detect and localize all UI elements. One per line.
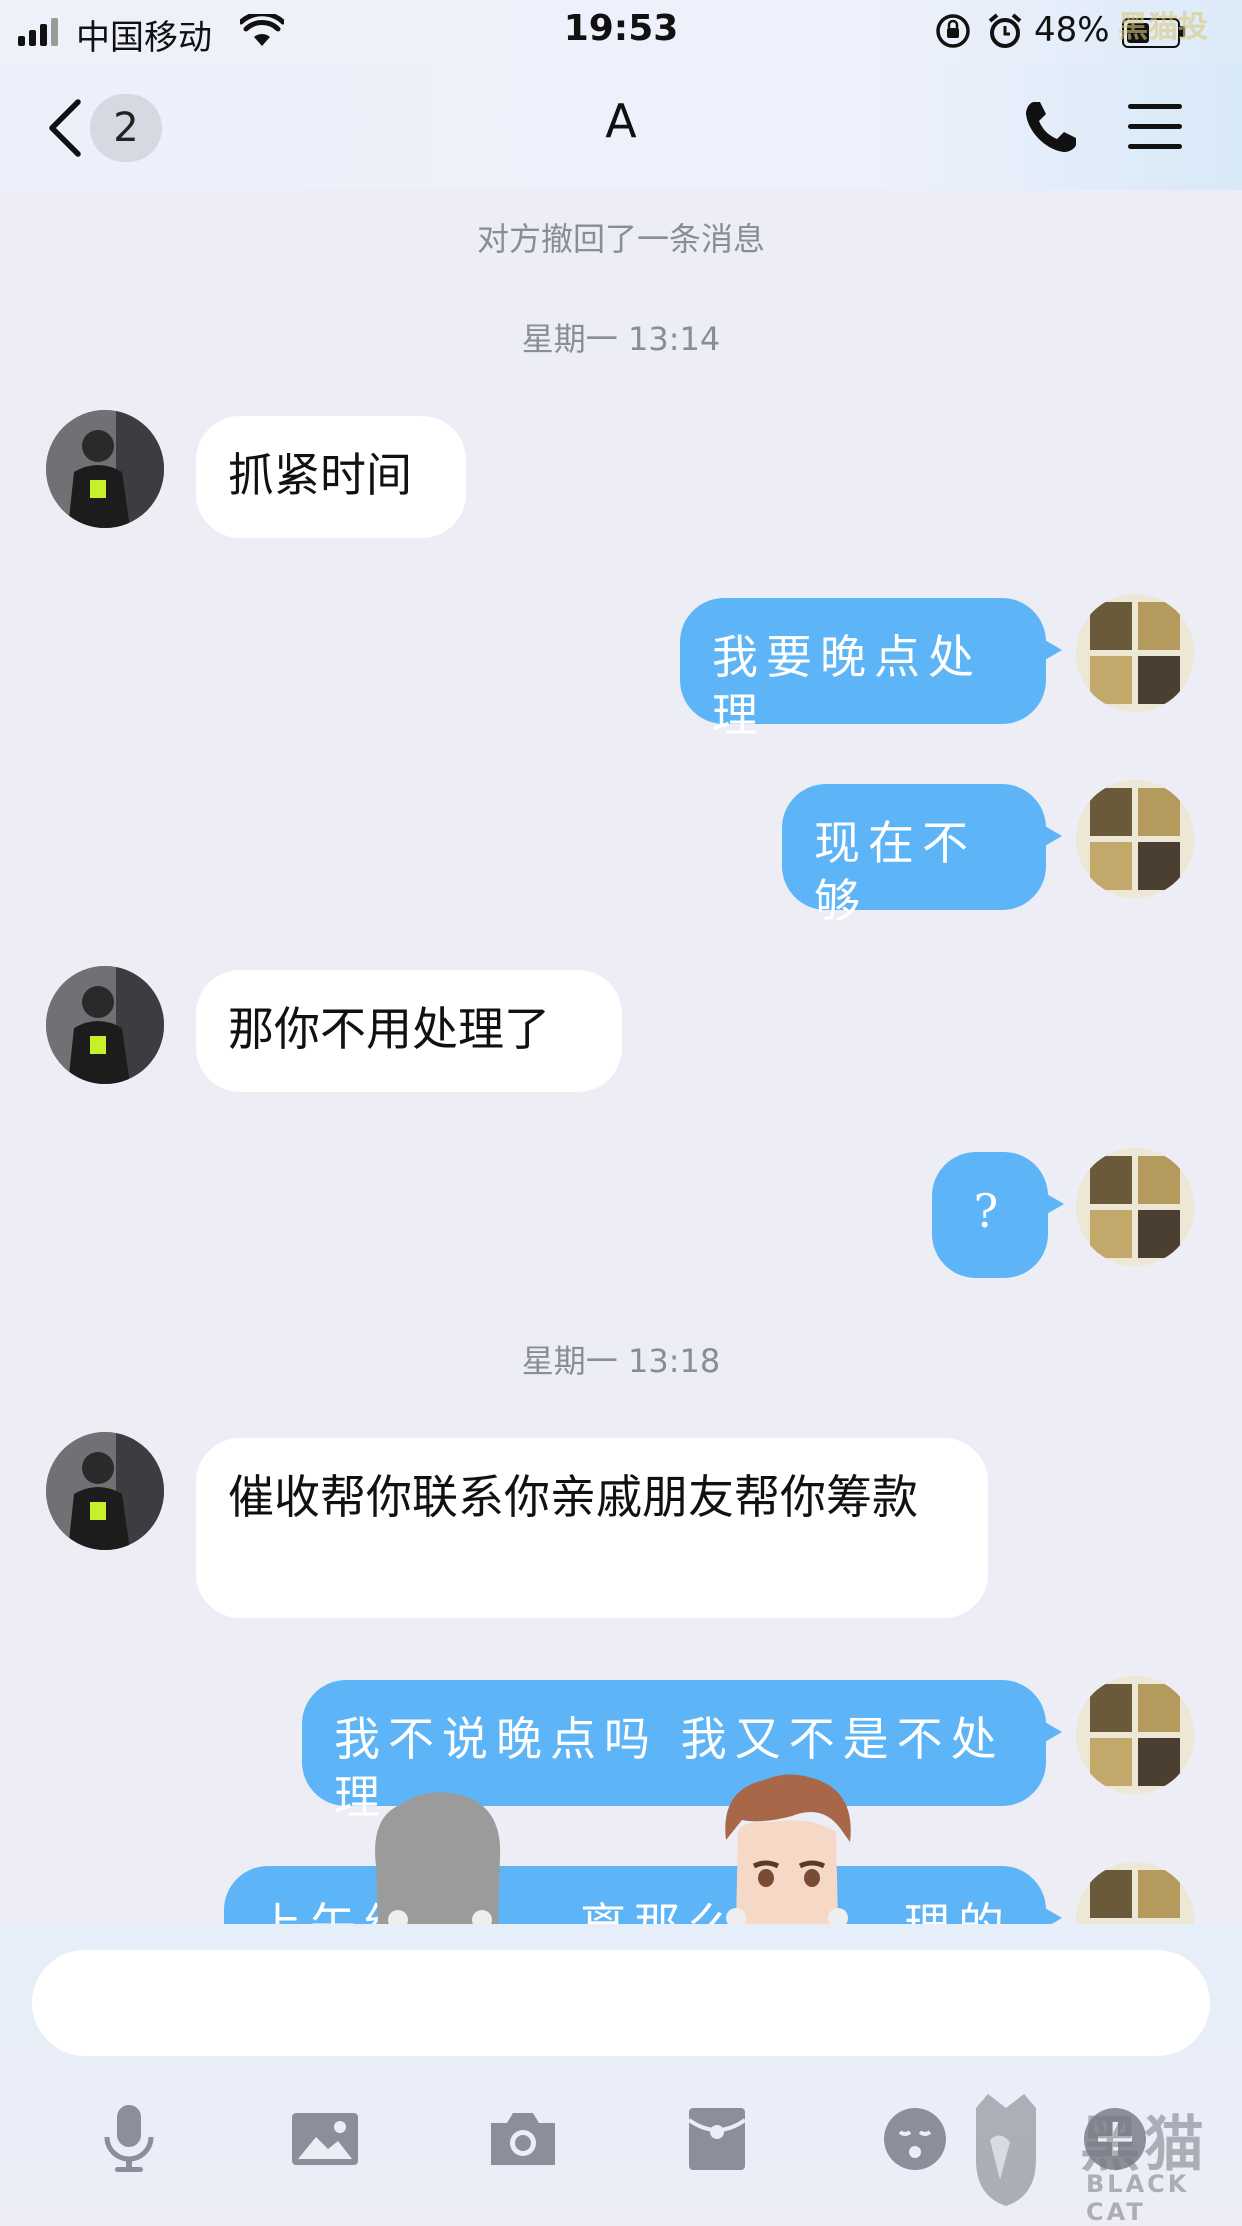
status-bar: 中国移动 19:53 48% 黑猫投 — [0, 0, 1242, 64]
chat-header: 2 A — [0, 64, 1242, 190]
hamburger-menu-icon[interactable] — [1128, 102, 1182, 152]
orientation-lock-icon — [936, 14, 970, 48]
avatar-self[interactable] — [1076, 1676, 1194, 1794]
message-bubble-outgoing[interactable]: ? — [932, 1152, 1064, 1278]
message-bubble-outgoing[interactable]: 现在不够 — [782, 784, 1062, 928]
message-input[interactable] — [32, 1950, 1210, 2056]
avatar-self[interactable] — [1076, 1148, 1194, 1266]
avatar-contact[interactable] — [46, 410, 164, 528]
message-list[interactable]: 对方撤回了一条消息 星期一 13:14 抓紧时间 我要晚点处理 现在不够 那你不… — [0, 190, 1242, 1924]
avatar-self[interactable] — [1076, 780, 1194, 898]
brown-hair-boy-sticker — [725, 1774, 851, 1924]
recall-notice: 对方撤回了一条消息 — [476, 220, 765, 258]
alarm-icon — [988, 13, 1022, 48]
timestamp: 星期一 13:18 — [521, 1342, 721, 1380]
message-bubble-outgoing[interactable]: 我要晚点处理 — [680, 598, 1062, 742]
timestamp: 星期一 13:14 — [521, 320, 721, 358]
microphone-icon[interactable] — [84, 2094, 174, 2184]
camera-icon[interactable] — [478, 2094, 568, 2184]
gray-cartoon-sticker — [375, 1792, 501, 1924]
avatar-self[interactable] — [1076, 1862, 1194, 1924]
watermark-top: 黑猫投 — [1118, 10, 1208, 45]
battery-percent: 48% — [1034, 10, 1110, 50]
message-bubble-outgoing[interactable]: 上午约 离那么久 理的 — [224, 1866, 1062, 1924]
red-packet-icon[interactable] — [672, 2094, 762, 2184]
phone-icon[interactable] — [1020, 98, 1080, 158]
message-bubble-incoming[interactable]: 催收帮你联系你亲戚朋友帮你筹款 — [196, 1438, 988, 1618]
avatar-contact[interactable] — [46, 966, 164, 1084]
avatar-self[interactable] — [1076, 594, 1194, 712]
avatar-contact[interactable] — [46, 1432, 164, 1550]
watermark-brand-en: BLACK CAT — [1086, 2170, 1190, 2226]
image-icon[interactable] — [280, 2094, 370, 2184]
emoji-icon[interactable] — [870, 2094, 960, 2184]
message-bubble-incoming[interactable]: 那你不用处理了 — [196, 970, 622, 1092]
message-bubble-incoming[interactable]: 抓紧时间 — [196, 416, 466, 538]
